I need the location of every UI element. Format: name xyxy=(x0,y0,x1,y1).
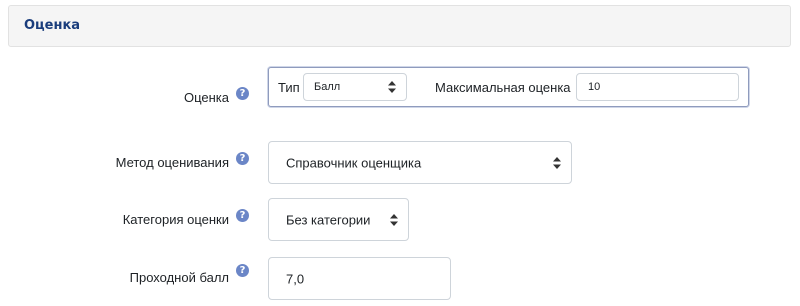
grade-category-select[interactable]: Без категории xyxy=(268,198,409,241)
question-circle-icon[interactable]: ? xyxy=(236,87,249,100)
sort-arrows-icon xyxy=(388,81,396,93)
grade-group: Тип Балл Максимальная оценка 10 xyxy=(268,67,749,107)
pass-grade-value: 7,0 xyxy=(286,271,305,286)
grading-method-value: Справочник оценщика xyxy=(286,155,422,170)
grade-category-value: Без категории xyxy=(286,212,371,227)
grade-type-label: Тип xyxy=(278,80,300,95)
question-circle-icon[interactable]: ? xyxy=(236,152,249,165)
grade-label: Оценка xyxy=(183,90,229,105)
grade-type-value: Балл xyxy=(314,81,341,93)
grade-type-select[interactable]: Балл xyxy=(303,73,407,101)
max-grade-value: 10 xyxy=(588,81,601,93)
max-grade-input[interactable]: 10 xyxy=(576,73,739,101)
method-label: Метод оценивания xyxy=(115,155,229,170)
section-header[interactable]: Оценка xyxy=(8,5,791,47)
question-circle-icon[interactable]: ? xyxy=(236,264,249,277)
question-circle-icon[interactable]: ? xyxy=(236,209,249,222)
max-grade-label: Максимальная оценка xyxy=(435,80,571,95)
sort-arrows-icon xyxy=(553,156,561,169)
category-label: Категория оценки xyxy=(122,212,229,227)
pass-grade-input[interactable]: 7,0 xyxy=(268,257,451,300)
pass-grade-label: Проходной балл xyxy=(129,270,229,285)
sort-arrows-icon xyxy=(390,213,398,226)
grading-method-select[interactable]: Справочник оценщика xyxy=(268,141,572,184)
section-title[interactable]: Оценка xyxy=(24,18,80,33)
